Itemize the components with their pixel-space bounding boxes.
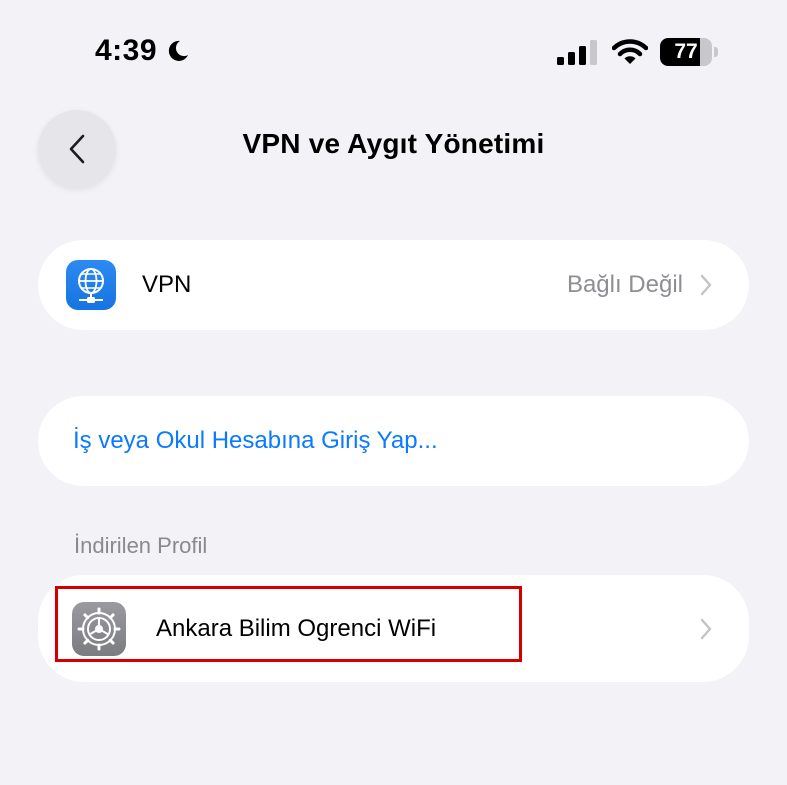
vpn-row[interactable]: VPN Bağlı Değil [38,240,749,330]
moon-icon [165,38,191,64]
clock: 4:39 [95,34,191,68]
chevron-right-icon [700,618,712,640]
wifi-icon [612,39,648,64]
profile-row[interactable]: Ankara Bilim Ogrenci WiFi [38,575,749,682]
signin-link[interactable]: İş veya Okul Hesabına Giriş Yap... [73,396,438,486]
profile-label: Ankara Bilim Ogrenci WiFi [156,615,437,642]
battery-level: 77 [674,40,698,63]
chevron-right-icon [700,274,712,296]
settings-gear-icon [72,602,126,656]
status-time: 4:39 [95,34,158,67]
battery-icon: 77 [660,38,720,68]
page-title: VPN ve Aygıt Yönetimi [242,128,545,159]
vpn-label: VPN [142,271,192,298]
vpn-status: Bağlı Değil [566,271,683,298]
globe-network-icon [66,260,116,310]
status-bar: 4:39 77 [0,0,787,100]
signin-row[interactable]: İş veya Okul Hesabına Giriş Yap... [38,396,749,486]
signal-icon [557,40,597,65]
section-header: İndirilen Profil [74,533,208,558]
